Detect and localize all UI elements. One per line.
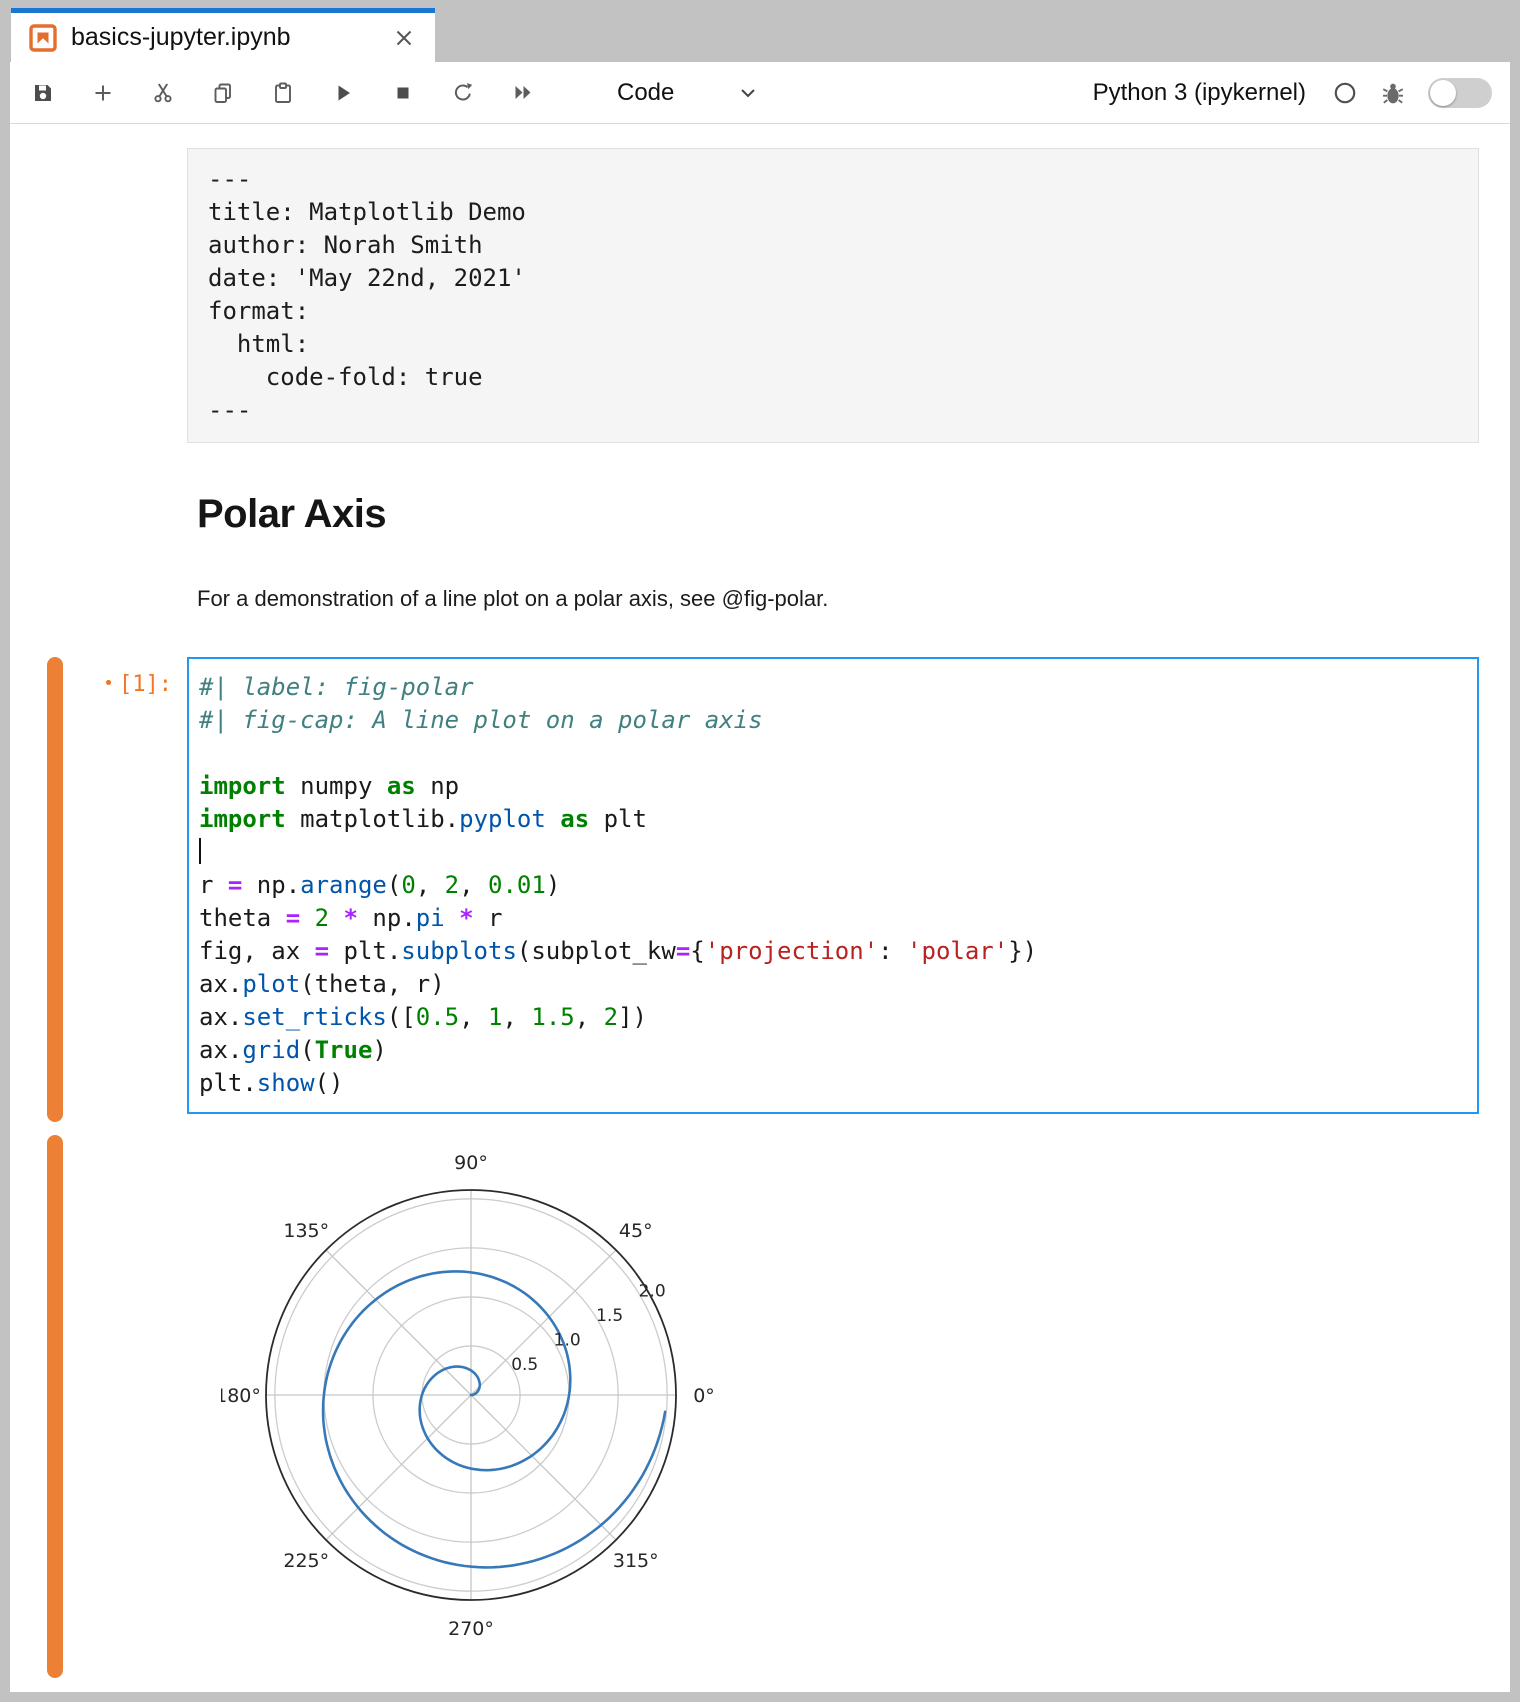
kernel-name[interactable]: Python 3 (ipykernel) xyxy=(1093,79,1306,107)
theta-tick-label: 315° xyxy=(613,1550,659,1572)
paste-cells-button[interactable] xyxy=(271,81,295,105)
theta-tick-label: 135° xyxy=(283,1220,329,1242)
tab-close-icon[interactable] xyxy=(389,23,419,53)
jupyterlab-window: basics-jupyter.ipynb xyxy=(0,0,1520,1702)
theta-tick-label: 180° xyxy=(221,1385,261,1407)
notebook-file-icon xyxy=(29,24,57,52)
r-tick-label: 1.5 xyxy=(596,1306,623,1326)
cell-type-dropdown[interactable]: Code xyxy=(617,79,760,107)
r-tick-label: 2.0 xyxy=(639,1281,666,1301)
run-icon xyxy=(331,80,355,106)
paste-icon xyxy=(271,80,295,106)
execution-count-label: [1]: xyxy=(119,672,172,697)
code-line: import matplotlib.pyplot as plt xyxy=(199,803,1467,836)
fast-forward-icon xyxy=(511,79,535,106)
restart-kernel-button[interactable] xyxy=(451,81,475,105)
code-line: import numpy as np xyxy=(199,770,1467,803)
theta-tick-label: 225° xyxy=(283,1550,329,1572)
raw-frontmatter-cell[interactable]: --- title: Matplotlib Demo author: Norah… xyxy=(187,148,1479,443)
code-line: ax.grid(True) xyxy=(199,1034,1467,1067)
restart-icon xyxy=(451,79,475,106)
cut-cells-button[interactable] xyxy=(151,81,175,105)
markdown-paragraph: For a demonstration of a line plot on a … xyxy=(197,586,828,612)
theta-tick-label: 270° xyxy=(448,1618,494,1640)
code-line: #| fig-cap: A line plot on a polar axis xyxy=(199,704,1467,737)
copy-icon xyxy=(211,80,235,106)
code-cell-editor[interactable]: #| label: fig-polar#| fig-cap: A line pl… xyxy=(187,657,1479,1114)
theta-tick-label: 0° xyxy=(693,1385,715,1407)
code-line: #| label: fig-polar xyxy=(199,671,1467,704)
stop-icon xyxy=(391,80,415,106)
tab-title: basics-jupyter.ipynb xyxy=(71,23,389,52)
theta-gridline xyxy=(471,1395,616,1540)
polar-plot-output: 0° 45° 90° 135° 180° 225° 270° 315° 0.5 1.0 1.5 2.0 xyxy=(221,1125,731,1670)
save-icon xyxy=(31,80,55,106)
code-line: r = np.arange(0, 2, 0.01) xyxy=(199,869,1467,902)
code-line: theta = 2 * np.pi * r xyxy=(199,902,1467,935)
code-line: ax.plot(theta, r) xyxy=(199,968,1467,1001)
run-cell-button[interactable] xyxy=(331,81,355,105)
interrupt-kernel-button[interactable] xyxy=(391,81,415,105)
input-collapser-bar[interactable] xyxy=(47,657,63,1122)
code-line xyxy=(199,737,1467,770)
insert-cell-button[interactable] xyxy=(91,81,115,105)
plus-icon xyxy=(91,80,115,106)
theta-tick-label: 90° xyxy=(454,1152,488,1174)
scissors-icon xyxy=(151,79,175,106)
notebook-toolbar: Code Python 3 (ipykernel) xyxy=(10,62,1510,124)
theta-gridline xyxy=(326,1395,471,1540)
r-tick-label: 0.5 xyxy=(511,1355,538,1375)
code-line: fig, ax = plt.subplots(subplot_kw={'proj… xyxy=(199,935,1467,968)
restart-run-all-button[interactable] xyxy=(511,81,535,105)
notebook-panel: --- title: Matplotlib Demo author: Norah… xyxy=(10,124,1510,1692)
r-tick-label: 1.0 xyxy=(554,1330,581,1350)
execution-count: •[1]: xyxy=(60,672,172,697)
text-cursor xyxy=(199,838,201,864)
markdown-heading: Polar Axis xyxy=(197,492,386,537)
cell-type-value: Code xyxy=(617,79,674,107)
code-line: plt.show() xyxy=(199,1067,1467,1100)
copy-cells-button[interactable] xyxy=(211,81,235,105)
toggle-knob xyxy=(1430,80,1456,106)
simple-interface-toggle[interactable] xyxy=(1428,78,1492,108)
theta-tick-label: 45° xyxy=(619,1220,653,1242)
bug-icon[interactable] xyxy=(1380,80,1406,106)
code-line xyxy=(199,836,1467,869)
kernel-status-icon xyxy=(1332,80,1358,106)
theta-gridline xyxy=(471,1250,616,1395)
output-collapser-bar[interactable] xyxy=(47,1135,63,1678)
chevron-down-icon xyxy=(736,81,760,105)
notebook-tab[interactable]: basics-jupyter.ipynb xyxy=(11,8,435,62)
save-button[interactable] xyxy=(31,81,55,105)
cell-run-dot: • xyxy=(103,673,114,694)
code-line: ax.set_rticks([0.5, 1, 1.5, 2]) xyxy=(199,1001,1467,1034)
